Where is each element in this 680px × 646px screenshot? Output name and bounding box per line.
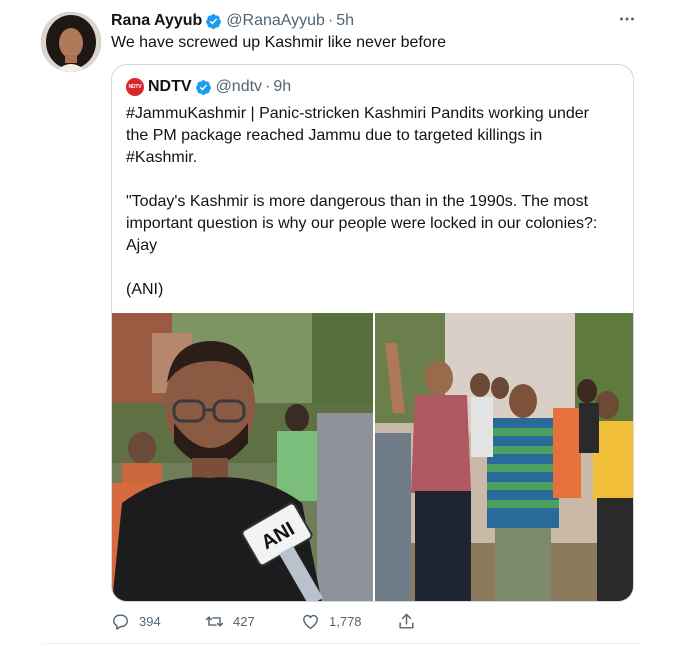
reply-count: 394	[139, 614, 161, 629]
quoted-author-handle: @ndtv	[215, 78, 263, 95]
photo-interview: ANI	[112, 313, 373, 601]
quoted-tweet-header: NDTV NDTV @ndtv · 9h	[126, 78, 291, 96]
quoted-line: "Today's Kashmir is more dangerous than …	[126, 193, 589, 210]
retweet-button[interactable]: 427	[205, 612, 255, 631]
author-name[interactable]: Rana Ayyub	[111, 12, 202, 30]
quoted-line: the PM package reached Jammu due to targ…	[126, 127, 543, 144]
tweet-header: Rana Ayyub @RanaAyyub · 5h	[111, 10, 354, 32]
quoted-tweet-time: 9h	[273, 78, 292, 95]
media-grid: ANI	[112, 313, 633, 601]
retweet-count: 427	[233, 614, 255, 629]
avatar-image	[41, 12, 101, 72]
share-button[interactable]	[397, 612, 425, 631]
tweet[interactable]: Rana Ayyub @RanaAyyub · 5h We have screw…	[0, 0, 680, 646]
separator-dot: ·	[327, 12, 334, 29]
reply-icon	[113, 614, 128, 630]
quoted-line: important question is why our people wer…	[126, 215, 598, 232]
media-photo-left[interactable]: ANI	[112, 313, 373, 601]
media-photo-right[interactable]	[375, 313, 633, 601]
more-options-icon[interactable]	[617, 9, 637, 29]
quoted-author-name: NDTV	[148, 78, 192, 95]
share-icon	[399, 613, 414, 629]
verified-badge-icon	[195, 79, 211, 95]
quoted-line: #JammuKashmir | Panic-stricken Kashmiri …	[126, 105, 589, 122]
like-count: 1,778	[329, 614, 362, 629]
retweet-icon	[205, 616, 224, 627]
quoted-line: (ANI)	[126, 281, 164, 298]
divider	[41, 643, 641, 644]
quoted-line-blank	[126, 169, 626, 191]
avatar[interactable]	[41, 12, 101, 72]
reply-button[interactable]: 394	[111, 612, 161, 631]
quoted-line: Ajay	[126, 237, 158, 254]
striped-shirt	[487, 418, 559, 528]
quoted-tweet-text: #JammuKashmir | Panic-stricken Kashmiri …	[126, 103, 626, 301]
verified-badge-icon	[206, 13, 222, 29]
tweet-text: We have screwed up Kashmir like never be…	[111, 34, 446, 51]
ellipsis-icon	[620, 17, 634, 21]
quoted-tweet[interactable]: NDTV NDTV @ndtv · 9h #JammuKashmir | Pan…	[111, 64, 634, 602]
ndtv-logo: NDTV	[126, 78, 144, 96]
tweet-time[interactable]: 5h	[336, 12, 354, 30]
author-handle[interactable]: @RanaAyyub	[226, 12, 325, 30]
like-button[interactable]: 1,778	[301, 612, 362, 631]
heart-icon	[303, 614, 318, 629]
photo-crowd	[375, 313, 633, 601]
quoted-line: #Kashmir.	[126, 149, 198, 166]
separator-dot: ·	[265, 78, 271, 95]
quoted-line-blank	[126, 257, 626, 279]
